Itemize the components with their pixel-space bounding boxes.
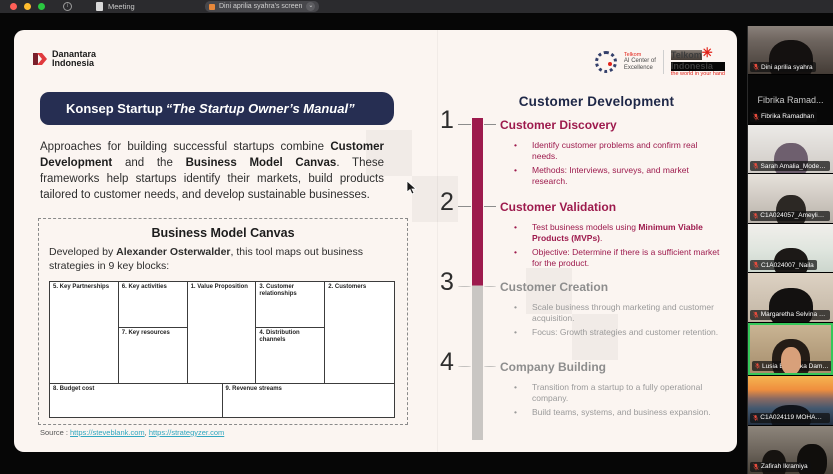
bmc-cell-revenue: 9. Revenue streams: [223, 384, 395, 417]
step-number-4: 4: [436, 348, 458, 377]
muted-mic-icon: [753, 63, 759, 71]
close-window-button[interactable]: [10, 3, 17, 10]
timeline-connector: [458, 206, 471, 207]
bmc-cell-value: 1. Value Proposition: [188, 282, 257, 384]
step-bullets-creation: Scale business through marketing and cus…: [506, 302, 724, 341]
participant-tile[interactable]: Fibrika Ramad... Fibrika Ramadhan: [748, 75, 833, 123]
info-icon[interactable]: i: [63, 2, 72, 11]
participant-name: Margaretha Selvina W...: [761, 311, 827, 318]
zoom-app-window: i Meeting Dini aprilia syahra's screen ⌄…: [0, 0, 833, 474]
muted-mic-icon: [753, 162, 759, 170]
telkom-starburst-icon: ✳: [702, 45, 713, 60]
fullscreen-window-button[interactable]: [38, 3, 45, 10]
muted-mic-icon: [753, 212, 758, 220]
step-bullets-validation: Test business models using Minimum Viabl…: [506, 222, 724, 272]
participant-center-name: Fibrika Ramad...: [748, 95, 833, 105]
timeline-connector: [484, 206, 496, 207]
timeline-connector: [458, 124, 471, 125]
participant-tile[interactable]: Margaretha Selvina W...: [748, 273, 833, 321]
slide-title-banner: Konsep Startup “The Startup Owner’s Manu…: [40, 92, 394, 125]
participant-name: Fibrika Ramadhan: [761, 113, 814, 120]
coe-line1: AI Center of: [624, 58, 656, 64]
participant-name: Dini aprilia syahra: [761, 64, 813, 71]
step-title-building: Company Building: [500, 360, 606, 374]
slide-title-quoted: “The Startup Owner’s Manual”: [166, 101, 355, 116]
bmc-description: Developed by Alexander Osterwalder, this…: [49, 246, 397, 273]
step-number-2: 2: [436, 188, 458, 217]
customer-development-panel: Telkom AI Center of Excellence Telkom✳ I…: [434, 30, 737, 452]
step-bullets-building: Transition from a startup to a fully ope…: [506, 382, 724, 421]
participant-tile[interactable]: C1A024007_Naila: [748, 224, 833, 272]
chevron-down-icon[interactable]: ⌄: [306, 2, 315, 11]
bmc-table: 5. Key Partnerships 6. Key activities 1.…: [49, 281, 395, 418]
bmc-section: Business Model Canvas Developed by Alexa…: [38, 218, 408, 425]
bmc-cell-activities: 6. Key activities: [119, 282, 188, 328]
ai-coe-logo-icon: [595, 51, 617, 73]
muted-mic-icon: [753, 113, 759, 121]
muted-mic-icon: [753, 463, 759, 471]
meeting-title: Meeting: [108, 2, 135, 11]
intro-paragraph: Approaches for building successful start…: [40, 140, 384, 203]
participant-name: Zafirah Ikramiya: [761, 463, 808, 470]
danantara-logo-icon: [32, 51, 48, 67]
participant-name: Sarah Amalia_Moderator: [761, 163, 827, 170]
bmc-cell-budget: 8. Budget cost: [50, 384, 223, 417]
screen-share-icon: [209, 4, 215, 10]
timeline-connector: [484, 366, 496, 367]
participant-tile[interactable]: C1A024119 MOHAMMA...: [748, 376, 833, 424]
muted-mic-icon: [753, 261, 759, 269]
bmc-cell-channels: 4. Distribution channels: [256, 328, 325, 384]
source-link-strategyzer[interactable]: https://strategyzer.com: [149, 428, 224, 437]
participant-name: C1A024119 MOHAMMA...: [760, 414, 827, 421]
participant-name: C1A024057_Ameylia Fa...: [760, 212, 827, 219]
participant-tile[interactable]: Zafirah Ikramiya: [748, 426, 833, 474]
step-title-validation: Customer Validation: [500, 200, 616, 214]
step-title-discovery: Customer Discovery: [500, 118, 617, 132]
brand-line2: Indonesia: [52, 59, 96, 68]
document-icon: [96, 2, 103, 11]
bmc-cell-customers: 2. Customers: [325, 282, 394, 384]
timeline-bar: [472, 118, 483, 440]
step-bullets-discovery: Identify customer problems and confirm r…: [506, 140, 724, 190]
muted-mic-icon: [753, 414, 758, 422]
slide-title-prefix: Konsep Startup: [66, 101, 163, 116]
logo-divider: [663, 50, 664, 74]
step-title-creation: Customer Creation: [500, 280, 608, 294]
muted-mic-icon: [755, 362, 760, 370]
participant-tile[interactable]: C1A024057_Ameylia Fa...: [748, 174, 833, 222]
customer-development-heading: Customer Development: [470, 94, 723, 109]
source-link-steveblank[interactable]: https://steveblank.com: [70, 428, 145, 437]
timeline-connector: [484, 124, 496, 125]
danantara-logo: Danantara Indonesia: [32, 50, 96, 68]
partner-logos: Telkom AI Center of Excellence Telkom✳ I…: [595, 46, 725, 78]
shared-slide: Danantara Indonesia Konsep Startup “The …: [14, 30, 737, 452]
step-number-3: 3: [436, 268, 458, 297]
screen-share-label: Dini aprilia syahra's screen: [219, 3, 302, 10]
screen-share-indicator[interactable]: Dini aprilia syahra's screen ⌄: [205, 1, 319, 12]
telkom-indonesia-logo: Telkom✳ Indonesia the world in your hand: [671, 46, 725, 78]
participant-tile[interactable]: Sarah Amalia_Moderator: [748, 125, 833, 173]
participant-tile-active-speaker[interactable]: Lusia Elsa Dika Damayanty: [748, 323, 833, 375]
timeline-connector: [484, 286, 496, 287]
bmc-cell-partnerships: 5. Key Partnerships: [50, 282, 119, 384]
timeline-connector: [458, 366, 471, 367]
window-titlebar: i Meeting Dini aprilia syahra's screen ⌄: [0, 0, 833, 13]
timeline-connector: [458, 286, 471, 287]
telkom-tagline: the world in your hand: [671, 72, 725, 78]
window-controls: [10, 3, 45, 10]
source-line: Source : https://steveblank.com, https:/…: [40, 428, 224, 437]
step-number-1: 1: [436, 106, 458, 135]
bmc-cell-relationships: 3. Customer relationships: [256, 282, 325, 328]
minimize-window-button[interactable]: [24, 3, 31, 10]
coe-line2: Excellence: [624, 65, 653, 71]
participant-name: C1A024007_Naila: [761, 262, 814, 269]
bmc-cell-resources: 7. Key resources: [119, 328, 188, 384]
participant-name: Lusia Elsa Dika Damayanty: [762, 363, 829, 370]
bmc-title: Business Model Canvas: [39, 226, 407, 240]
muted-mic-icon: [753, 311, 759, 319]
mouse-cursor: [406, 180, 417, 195]
participant-strip: Dini aprilia syahra Fibrika Ramad... Fib…: [747, 26, 833, 474]
participant-tile[interactable]: Dini aprilia syahra: [748, 26, 833, 74]
